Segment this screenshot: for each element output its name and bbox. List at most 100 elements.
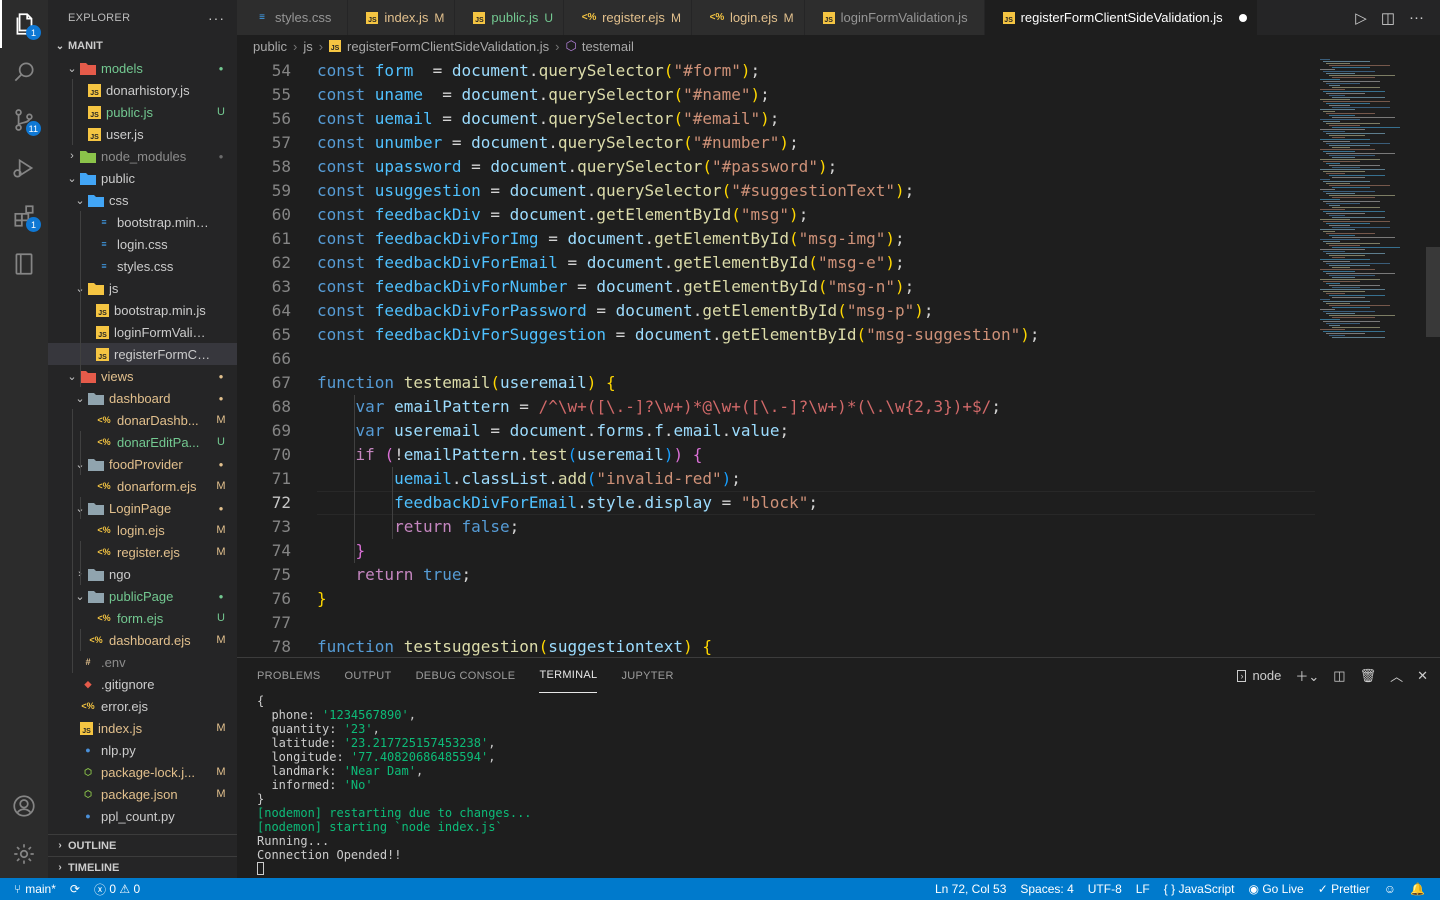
file-item[interactable]: <% dashboard.ejs M xyxy=(48,629,237,651)
panel-tab[interactable]: TERMINAL xyxy=(539,658,598,693)
more-actions-button[interactable]: ··· xyxy=(208,10,225,26)
code-line[interactable]: const feedbackDivForNumber = document.ge… xyxy=(317,275,914,299)
code-line[interactable]: const usuggestion = document.querySelect… xyxy=(317,179,914,203)
folder-item[interactable]: ⌄ public xyxy=(48,167,237,189)
file-item[interactable]: JS public.js U xyxy=(48,101,237,123)
editor-tab[interactable]: <% login.ejs M xyxy=(691,0,805,35)
panel-tab[interactable]: OUTPUT xyxy=(345,658,392,693)
workspace-root[interactable]: ⌄ MANIT xyxy=(48,35,237,57)
editor-tab[interactable]: JS index.js M xyxy=(348,0,456,35)
file-item[interactable]: ⬡ package.json M xyxy=(48,783,237,805)
panel-tab[interactable]: JUPYTER xyxy=(621,658,673,693)
extensions-icon[interactable]: 1 xyxy=(0,192,48,240)
account-icon[interactable] xyxy=(0,782,48,830)
notifications-bell-icon[interactable]: 🔔 xyxy=(1403,878,1432,900)
terminal-prompt[interactable] xyxy=(257,862,532,876)
code-line[interactable]: const feedbackDivForEmail = document.get… xyxy=(317,251,905,275)
folder-item[interactable]: ⌄ publicPage ● xyxy=(48,585,237,607)
code-line[interactable]: const uemail = document.querySelector("#… xyxy=(317,107,779,131)
maximize-panel-icon[interactable]: ︿ xyxy=(1390,666,1403,685)
timeline-section[interactable]: › TIMELINE xyxy=(48,856,237,878)
code-line[interactable]: } xyxy=(317,539,366,563)
folder-item[interactable]: ⌄LoginPage● xyxy=(48,497,237,519)
code-line[interactable]: const uname = document.querySelector("#n… xyxy=(317,83,770,107)
sync-icon[interactable]: ⟳ xyxy=(63,878,87,900)
code-line[interactable]: const feedbackDivForSuggestion = documen… xyxy=(317,323,1040,347)
indentation[interactable]: Spaces: 4 xyxy=(1013,878,1080,900)
code-line[interactable]: function testsuggestion(suggestiontext) … xyxy=(317,635,712,657)
problems-status[interactable]: ⓧ 0 ⚠ 0 xyxy=(87,878,147,900)
panel-tab[interactable]: DEBUG CONSOLE xyxy=(416,658,516,693)
terminal-cursor[interactable] xyxy=(257,862,264,875)
editor-tab[interactable]: ≡ styles.css xyxy=(237,0,349,35)
folder-item[interactable]: ⌄js xyxy=(48,277,237,299)
breadcrumb-item[interactable]: registerFormClientSideValidation.js xyxy=(347,39,549,54)
code-line[interactable]: var emailPattern = /^\w+([\.-]?\w+)*@\w+… xyxy=(317,395,1001,419)
code-line[interactable]: uemail.classList.add("invalid-red"); xyxy=(317,467,741,491)
file-item[interactable]: <% donarform.ejs M xyxy=(48,475,237,497)
code-line[interactable]: const unumber = document.querySelector("… xyxy=(317,131,799,155)
explorer-icon[interactable]: 1 xyxy=(0,0,48,48)
file-item[interactable]: ● nlp.py xyxy=(48,739,237,761)
more-icon[interactable]: ··· xyxy=(1409,9,1424,26)
file-item[interactable]: <% error.ejs xyxy=(48,695,237,717)
close-panel-icon[interactable]: ✕ xyxy=(1417,668,1428,684)
run-icon[interactable]: ▷ xyxy=(1355,9,1367,27)
terminal-name[interactable]: node xyxy=(1252,668,1281,683)
folder-item[interactable]: ⌄ dashboard ● xyxy=(48,387,237,409)
file-item[interactable]: JS bootstrap.min.js xyxy=(48,299,237,321)
code-line[interactable]: const feedbackDiv = document.getElementB… xyxy=(317,203,808,227)
file-item[interactable]: JS registerFormClie... xyxy=(48,343,237,365)
file-item[interactable]: ≡ bootstrap.min.css xyxy=(48,211,237,233)
remote-explorer-icon[interactable] xyxy=(0,240,48,288)
minimap[interactable] xyxy=(1316,57,1426,657)
unsaved-dot-icon[interactable] xyxy=(1238,13,1247,22)
folder-item[interactable]: ›ngo xyxy=(48,563,237,585)
code-line[interactable]: const feedbackDivForPassword = document.… xyxy=(317,299,934,323)
file-item[interactable]: ≡ login.css xyxy=(48,233,237,255)
file-item[interactable]: ◆ .gitignore xyxy=(48,673,237,695)
panel-tab[interactable]: PROBLEMS xyxy=(257,658,321,693)
split-editor-icon[interactable]: ◫ xyxy=(1381,9,1395,27)
folder-item[interactable]: ⌄ css xyxy=(48,189,237,211)
file-item[interactable]: JS user.js xyxy=(48,123,237,145)
folder-item[interactable]: › node_modules ● xyxy=(48,145,237,167)
new-terminal-icon[interactable]: ＋⌄ xyxy=(1295,666,1319,685)
feedback-icon[interactable]: ☺ xyxy=(1377,878,1403,900)
code-line[interactable]: const form = document.querySelector("#fo… xyxy=(317,59,760,83)
editor-scrollbar[interactable] xyxy=(1426,247,1440,337)
settings-gear-icon[interactable] xyxy=(0,830,48,878)
code-line[interactable]: function testemail(useremail) { xyxy=(317,371,616,395)
line-ending[interactable]: LF xyxy=(1129,878,1157,900)
code-line[interactable]: return true; xyxy=(317,563,472,587)
terminal-output[interactable]: { phone: '1234567890', quantity: '23', l… xyxy=(257,694,532,876)
breadcrumb-item[interactable]: testemail xyxy=(582,39,634,54)
language-mode[interactable]: { } JavaScript xyxy=(1157,878,1242,900)
file-item[interactable]: JS index.js M xyxy=(48,717,237,739)
split-terminal-icon[interactable]: ◫ xyxy=(1333,668,1345,684)
folder-item[interactable]: ⌄ models ● xyxy=(48,57,237,79)
code-line[interactable]: var useremail = document.forms.f.email.v… xyxy=(317,419,790,443)
file-item[interactable]: ⬡ package-lock.j... M xyxy=(48,761,237,783)
file-item[interactable]: # .env xyxy=(48,651,237,673)
code-line[interactable]: return false; xyxy=(317,515,519,539)
code-line[interactable]: const feedbackDivForImg = document.getEl… xyxy=(317,227,905,251)
search-icon[interactable] xyxy=(0,48,48,96)
code-line[interactable]: if (!emailPattern.test(useremail)) { xyxy=(317,443,703,467)
editor-tab[interactable]: JS registerFormClientSideValidation.js xyxy=(984,0,1258,35)
file-item[interactable]: JS loginFormValidati... xyxy=(48,321,237,343)
breadcrumb-item[interactable]: js xyxy=(303,39,312,54)
go-live-button[interactable]: ◉ Go Live xyxy=(1242,878,1311,900)
file-item[interactable]: <% login.ejs M xyxy=(48,519,237,541)
prettier-button[interactable]: ✓ Prettier xyxy=(1311,878,1377,900)
code-editor[interactable]: 54 const form = document.querySelector("#… xyxy=(237,57,1440,657)
folder-item[interactable]: ⌄foodProvider● xyxy=(48,453,237,475)
source-control-icon[interactable]: 11 xyxy=(0,96,48,144)
code-line[interactable]: } xyxy=(317,587,327,611)
folder-item[interactable]: ⌄ views ● xyxy=(48,365,237,387)
breadcrumb-item[interactable]: public xyxy=(253,39,287,54)
editor-tab[interactable]: JS loginFormValidation.js xyxy=(804,0,985,35)
file-item[interactable]: ● ppl_count.py xyxy=(48,805,237,827)
editor-tab[interactable]: <% register.ejs M xyxy=(564,0,692,35)
file-item[interactable]: <% form.ejs U xyxy=(48,607,237,629)
